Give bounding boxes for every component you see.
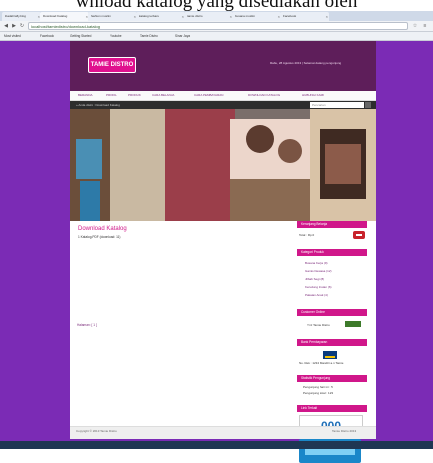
menu-item[interactable]: BERANDA <box>78 91 93 100</box>
stat-line: Pengunjung total : 123 <box>303 391 334 395</box>
browser-tab[interactable]: fashion muslim × <box>88 12 137 21</box>
site-footer: Copyright © 2013 Tamie Distro Tamie Dist… <box>70 426 376 439</box>
menu-item[interactable]: HUBUNGI KAMI <box>302 91 324 100</box>
browser-tab[interactable]: Download Katalog × <box>40 12 89 21</box>
sidebar-heading: Keranjang Belanja <box>297 221 367 228</box>
bookmarks-bar: Most visited Facebook Getting Started Yo… <box>0 32 433 41</box>
bookmark-item[interactable]: Tamie Distro <box>140 33 158 39</box>
online-status-icon[interactable] <box>345 321 361 327</box>
page-title: Download Katalog <box>78 226 127 232</box>
address-bar-row: ◀ ▶ ↻ localhost/tamiedistro/download-kat… <box>0 21 433 32</box>
forward-icon[interactable]: ▶ <box>11 23 17 29</box>
category-link[interactable]: Pakaian Anak (4) <box>305 293 328 297</box>
menu-item[interactable]: CARA PEMBAYARAN <box>194 91 223 100</box>
cart-icon[interactable] <box>353 231 365 239</box>
menu-item[interactable]: CARA BELANJA <box>152 91 174 100</box>
main-content: Download Katalog 1 Katalog.PDF (download… <box>75 225 289 425</box>
sidebar-heading: Kategori Produk <box>297 249 367 256</box>
browser-tab[interactable]: katalog terbaru × <box>136 12 185 21</box>
menu-item[interactable]: DOWNLOAD KATALOG <box>248 91 280 100</box>
bookmark-item[interactable]: Sinar Jaya <box>175 33 190 39</box>
cart-total: Total : Rp.0 <box>299 233 315 237</box>
date-text: Rabu, 28 Agustus 2013 | Selamat datang p… <box>270 61 342 65</box>
sidebar-heading: Statistik Pengunjung <box>297 375 367 382</box>
site-header: TAMIE DISTRO Rabu, 28 Agustus 2013 | Sel… <box>70 41 376 91</box>
menu-item[interactable]: PRODUK <box>128 91 141 100</box>
footer-right: Tamie Distro 2013 <box>332 429 357 433</box>
taskbar <box>0 441 433 449</box>
download-link[interactable]: 1 Katalog.PDF (download: 11) <box>78 235 120 239</box>
site-logo[interactable]: TAMIE DISTRO <box>88 57 136 73</box>
category-link[interactable]: Jilbab Segi (8) <box>305 277 324 281</box>
stat-line: Pengunjung hari ini : 5 <box>303 385 333 389</box>
browser-tab[interactable]: busana muslim × <box>232 12 281 21</box>
footer-copyright: Copyright © 2013 Tamie Distro <box>76 429 117 433</box>
browser-tab[interactable]: ibadahrafly.blog × <box>2 12 41 21</box>
main-menu: BERANDA PROFIL PRODUK CARA BELANJA CARA … <box>70 91 376 101</box>
menu-item[interactable]: PROFIL <box>106 91 117 100</box>
bookmark-item[interactable]: Most visited <box>4 33 21 39</box>
browser-tab-bar: ibadahrafly.blog × Download Katalog × fash… <box>0 11 433 21</box>
breadcrumb-bar: » Anda disini : Download Katalog Pencari… <box>70 101 376 109</box>
reload-icon[interactable]: ↻ <box>19 23 25 29</box>
back-icon[interactable]: ◀ <box>3 23 9 29</box>
url-input[interactable]: localhost/tamiedistro/download-katalog <box>28 22 408 30</box>
bank-text: No. Rek : 1234 Mandiri a.n Tamie <box>299 361 344 365</box>
bank-logo-icon <box>323 351 337 359</box>
search-button[interactable] <box>365 102 371 108</box>
sidebar-heading: Bank Pembayaran <box>297 339 367 346</box>
menu-icon[interactable]: ≡ <box>422 23 428 29</box>
category-link[interactable]: Gamis Dewasa (12) <box>305 269 332 273</box>
breadcrumb: » Anda disini : Download Katalog <box>76 103 120 107</box>
pagination[interactable]: Halaman: [ 1 ] <box>77 323 97 327</box>
cs-text[interactable]: Ym! Tamie Distro <box>307 323 330 327</box>
category-link[interactable]: Kerudung Instan (6) <box>305 285 332 289</box>
star-icon[interactable]: ☆ <box>412 23 418 29</box>
page-viewport: TAMIE DISTRO Rabu, 28 Agustus 2013 | Sel… <box>0 41 433 463</box>
search-input[interactable]: Pencarian <box>310 102 364 108</box>
bookmark-item[interactable]: Facebook <box>40 33 54 39</box>
bookmark-item[interactable]: Getting Started <box>70 33 91 39</box>
close-icon[interactable]: × <box>326 12 328 21</box>
website: TAMIE DISTRO Rabu, 28 Agustus 2013 | Sel… <box>70 41 376 463</box>
browser-tab[interactable]: Facebook × <box>280 12 329 21</box>
sidebar-heading: Customer Online <box>297 309 367 316</box>
hero-banner <box>70 109 376 221</box>
category-link[interactable]: Busana Kerja (9) <box>305 261 328 265</box>
hero-image <box>70 109 376 221</box>
sidebar-heading: Link Terkait <box>297 405 367 412</box>
browser-tab[interactable]: tamie distro × <box>184 12 233 21</box>
bookmark-item[interactable]: Youtube <box>110 33 122 39</box>
